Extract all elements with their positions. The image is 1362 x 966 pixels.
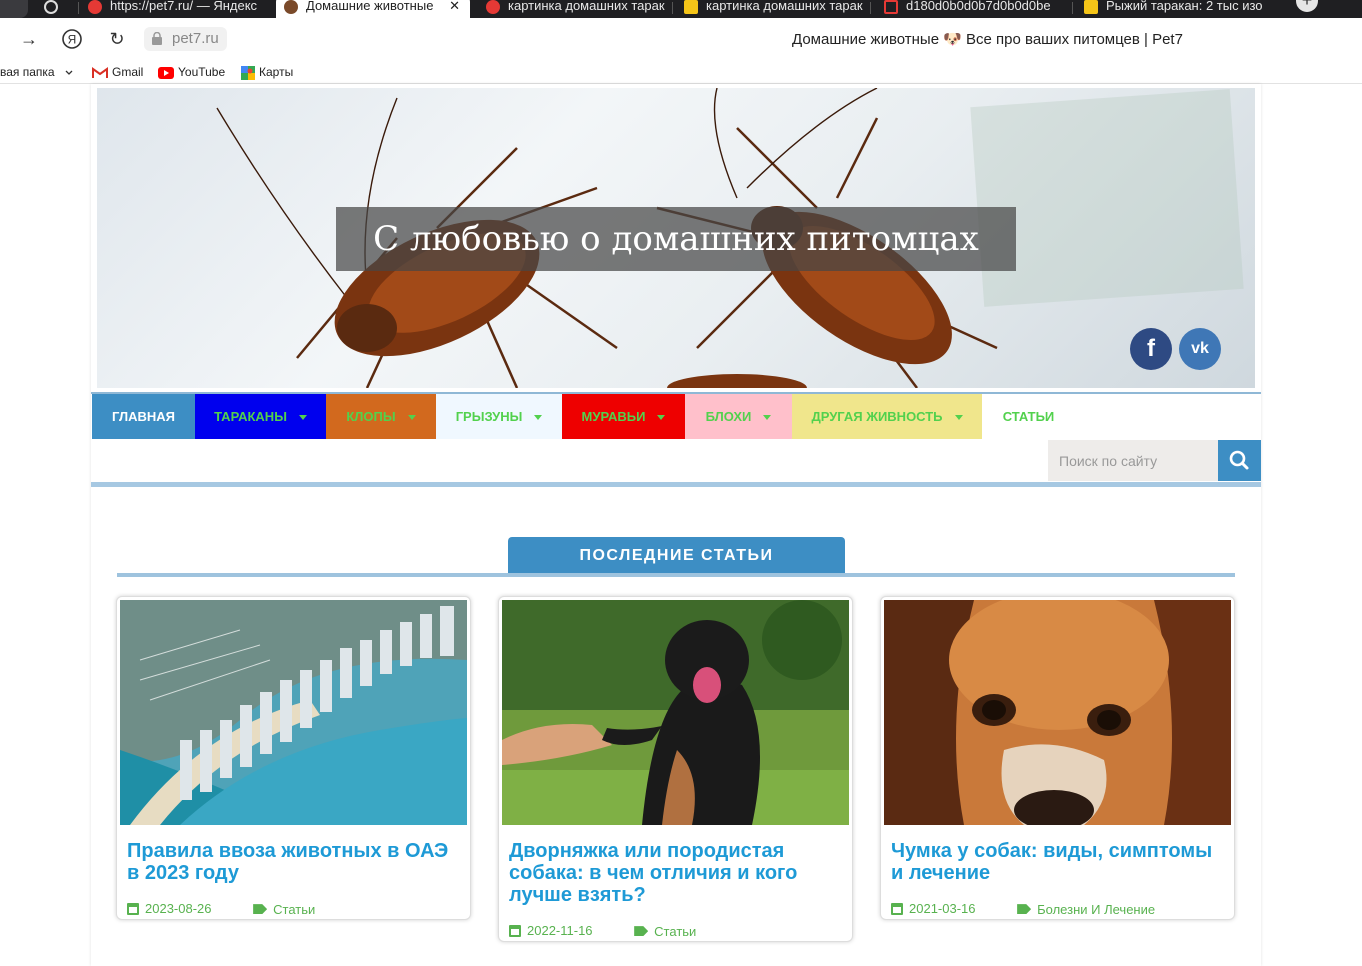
section-heading: ПОСЛЕДНИЕ СТАТЬИ xyxy=(508,537,845,574)
calendar-icon xyxy=(127,902,139,915)
bookmark-youtube[interactable]: YouTube xyxy=(158,64,225,80)
tab-encoded-url[interactable]: d180d0b0d0b7d0b0d0be xyxy=(876,0,1066,18)
bookmark-icon xyxy=(884,0,898,14)
tab-yandex-images[interactable]: картинка домашних тарак xyxy=(478,0,668,18)
crown-icon xyxy=(1084,0,1098,14)
page-title: Домашние животные 🐶 Все про ваших питомц… xyxy=(792,31,1183,48)
search-row xyxy=(91,439,1261,482)
article-meta: 2021-03-16 Болезни И Лечение xyxy=(891,900,1155,917)
yandex-icon xyxy=(88,0,102,14)
article-card[interactable]: Чумка у собак: виды, симптомы и лечение … xyxy=(880,596,1235,920)
caret-down-icon xyxy=(657,415,666,421)
chevron-down-icon xyxy=(65,70,73,75)
header-banner: С любовью о домашних питомцах f vk xyxy=(97,88,1255,388)
address-text: pet7.ru xyxy=(172,30,219,47)
search-input[interactable] xyxy=(1048,440,1218,481)
article-meta: 2023-08-26 Статьи xyxy=(127,900,315,917)
article-category[interactable]: Статьи xyxy=(273,902,315,917)
tab-yandex-search[interactable]: https://pet7.ru/ — Яндекс xyxy=(80,0,266,18)
caret-down-icon xyxy=(763,415,772,421)
facebook-icon[interactable]: f xyxy=(1130,328,1172,370)
article-meta: 2022-11-16 Статьи xyxy=(509,922,696,939)
caret-down-icon xyxy=(407,415,416,421)
menu-item-other-creatures[interactable]: Другая живность xyxy=(792,394,982,439)
menu-item-rodents[interactable]: Грызуны xyxy=(436,394,562,439)
menu-item-fleas[interactable]: Блохи xyxy=(685,394,792,439)
tag-icon xyxy=(1017,904,1032,915)
article-card[interactable]: Правила ввоза животных в ОАЭ в 2023 году… xyxy=(116,596,471,920)
city-coast-image xyxy=(120,600,467,825)
article-date: 2023-08-26 xyxy=(145,901,212,917)
maps-icon xyxy=(241,65,255,80)
youtube-icon xyxy=(158,66,174,79)
crown-icon xyxy=(684,0,698,14)
search-icon xyxy=(1229,450,1249,470)
gmail-icon xyxy=(92,66,108,78)
yandex-logo-icon[interactable]: Я xyxy=(59,26,85,52)
tab-pinned-openai[interactable] xyxy=(36,0,76,18)
search-button[interactable] xyxy=(1218,440,1261,481)
new-tab-button[interactable]: + xyxy=(1296,0,1318,12)
article-title[interactable]: Дворняжка или породистая собака: в чем о… xyxy=(509,840,844,906)
openai-icon xyxy=(44,0,58,14)
article-card[interactable]: Дворняжка или породистая собака: в чем о… xyxy=(498,596,853,942)
reload-icon[interactable]: ↻ xyxy=(104,26,130,52)
calendar-icon xyxy=(891,902,903,915)
lock-icon xyxy=(152,32,162,45)
calendar-icon xyxy=(509,924,521,937)
tab-crown-images[interactable]: картинка домашних тарак xyxy=(676,0,866,18)
yandex-icon xyxy=(486,0,500,14)
article-thumbnail[interactable] xyxy=(502,600,849,825)
article-thumbnail[interactable] xyxy=(120,600,467,825)
menu-item-ants[interactable]: Муравьи xyxy=(562,394,685,439)
browser-tab-strip: https://pet7.ru/ — Яндекс Домашние живот… xyxy=(0,0,1362,18)
article-thumbnail[interactable] xyxy=(884,600,1231,825)
vk-icon[interactable]: vk xyxy=(1179,328,1221,370)
address-bar[interactable]: pet7.ru xyxy=(144,27,227,51)
tag-icon xyxy=(634,926,649,937)
beagle-image xyxy=(884,600,1231,825)
forward-arrow-icon[interactable]: → xyxy=(16,26,42,52)
dog-icon xyxy=(284,0,298,14)
tab-sidebar-toggle[interactable] xyxy=(0,0,28,18)
menu-item-cockroaches[interactable]: Тараканы xyxy=(195,394,326,439)
article-category[interactable]: Статьи xyxy=(654,924,696,939)
caret-down-icon xyxy=(298,415,307,421)
caret-down-icon xyxy=(534,415,543,421)
svg-text:Я: Я xyxy=(68,33,77,47)
black-dog-image xyxy=(502,600,849,825)
browser-toolbar: → Я ↻ pet7.ru Домашние животные 🐶 Все пр… xyxy=(0,18,1362,60)
bookmark-folder[interactable]: вая папка xyxy=(0,64,78,80)
menu-item-articles[interactable]: Статьи xyxy=(982,394,1075,439)
menu-item-home[interactable]: Главная xyxy=(92,394,195,439)
main-menu: Главная Тараканы Клопы Грызуны Муравьи Б… xyxy=(91,394,1261,439)
article-title[interactable]: Правила ввоза животных в ОАЭ в 2023 году xyxy=(127,840,462,884)
article-category[interactable]: Болезни И Лечение xyxy=(1037,902,1155,917)
bookmark-maps[interactable]: Карты xyxy=(241,64,293,80)
tag-icon xyxy=(253,904,268,915)
close-tab-icon[interactable]: ✕ xyxy=(449,0,460,18)
banner-title: С любовью о домашних питомцах xyxy=(336,207,1016,271)
bookmark-gmail[interactable]: Gmail xyxy=(92,64,143,80)
article-date: 2021-03-16 xyxy=(909,901,976,917)
tab-active-pet7[interactable]: Домашние животные ✕ xyxy=(276,0,470,18)
caret-down-icon xyxy=(954,415,963,421)
site-container: С любовью о домашних питомцах f vk Главн… xyxy=(91,84,1261,966)
article-date: 2022-11-16 xyxy=(527,923,593,939)
bookmarks-bar: вая папка Gmail YouTube Карты xyxy=(0,60,1362,84)
article-title[interactable]: Чумка у собак: виды, симптомы и лечение xyxy=(891,840,1226,884)
tab-red-cockroach[interactable]: Рыжий таракан: 2 тыс изо xyxy=(1076,0,1268,18)
menu-item-bedbugs[interactable]: Клопы xyxy=(326,394,436,439)
